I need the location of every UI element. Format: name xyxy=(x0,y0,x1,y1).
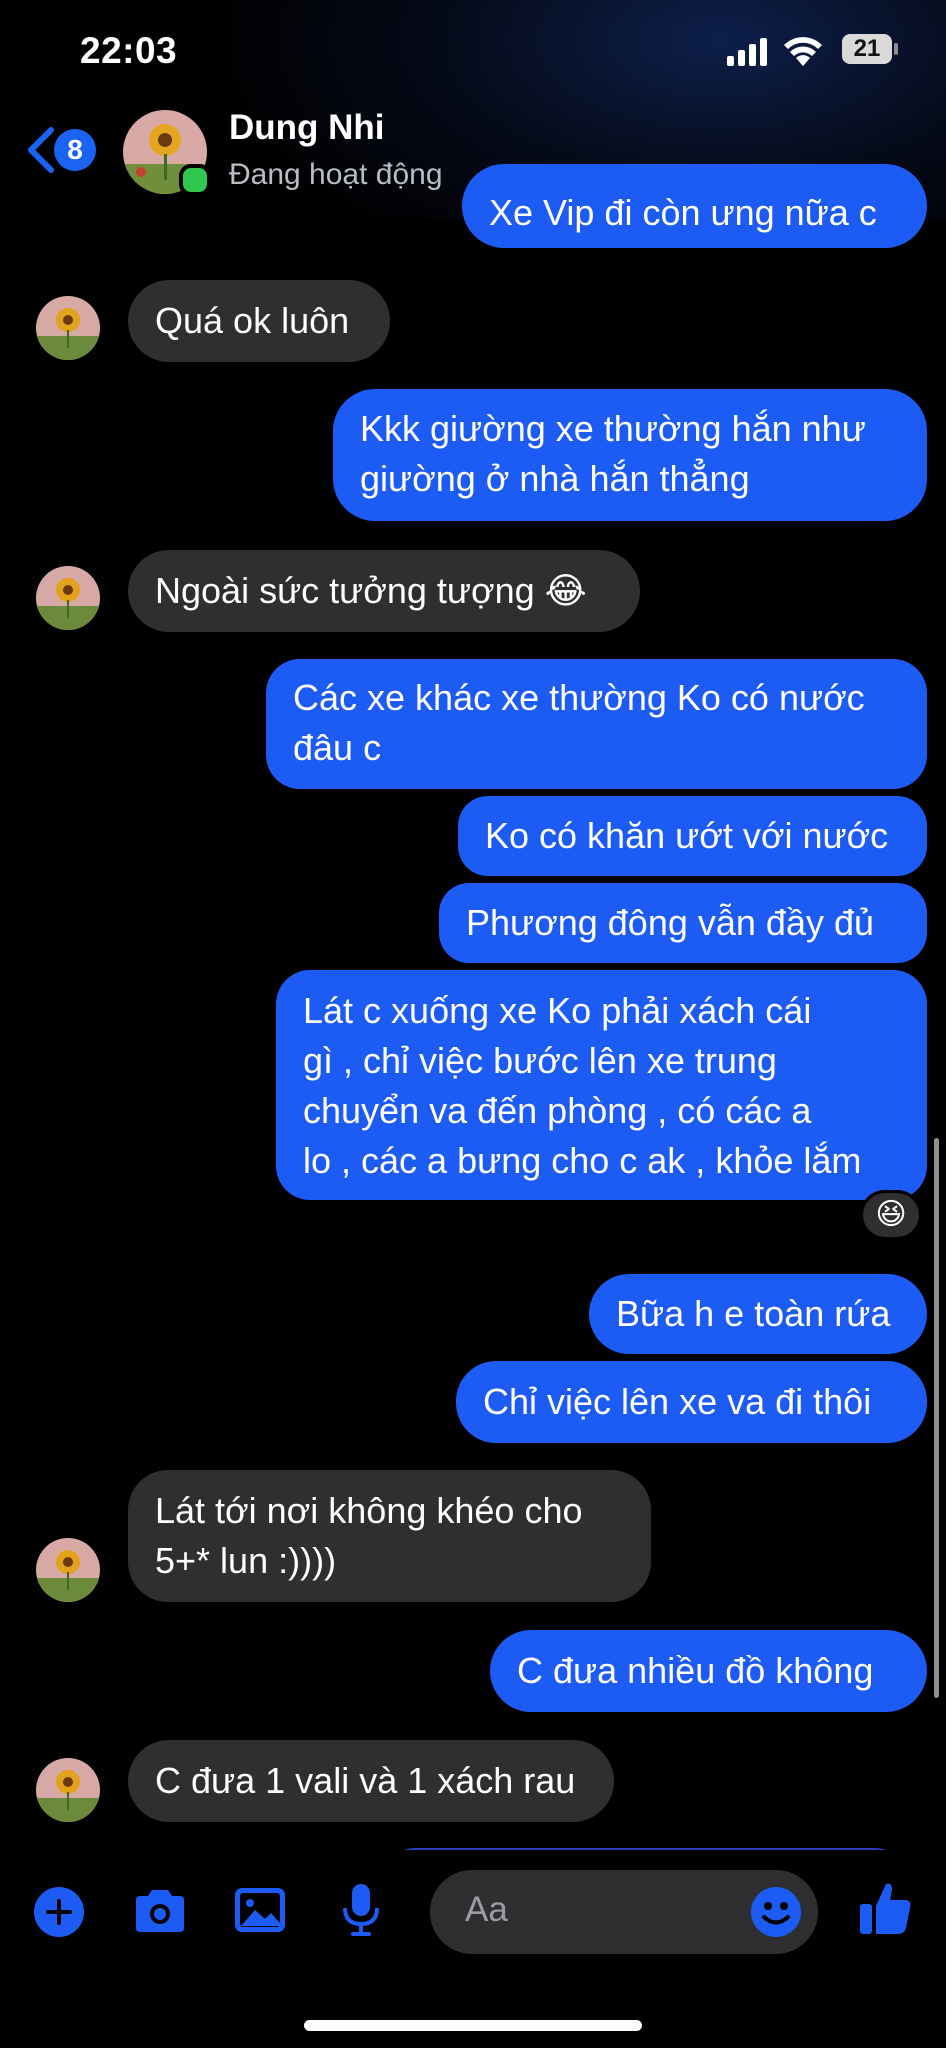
message-line: Kkk giường xe thường hắn như xyxy=(360,408,866,449)
message-line: C đưa nhiều đồ không xyxy=(517,1650,874,1691)
message-line: Chỉ việc lên xe va đi thôi xyxy=(483,1381,872,1422)
message-line: Ngoài sức tưởng tượng 😂 xyxy=(155,570,587,611)
contact-avatar xyxy=(36,1538,100,1602)
unread-badge: 8 xyxy=(54,129,96,171)
message-outgoing[interactable]: Chỉ việc lên xe va đi thôi xyxy=(456,1361,927,1443)
message-outgoing[interactable]: Bữa h e toàn rứa xyxy=(589,1274,927,1354)
status-bar: 22:03 21 xyxy=(0,0,946,100)
message-incoming[interactable]: Ngoài sức tưởng tượng 😂 xyxy=(128,550,640,632)
wifi-icon xyxy=(784,37,822,66)
message-line: gì , chỉ việc bước lên xe trung xyxy=(303,1040,777,1081)
message-outgoing[interactable]: C đưa nhiều đồ không xyxy=(490,1630,927,1712)
microphone-icon[interactable] xyxy=(341,1882,381,1938)
message-line: Phương đông vẫn đầy đủ xyxy=(466,902,875,943)
message-line: chuyển va đến phòng , có các a xyxy=(303,1090,812,1131)
thumbs-up-icon[interactable] xyxy=(858,1880,912,1936)
message-line: Lát tới nơi không khéo cho xyxy=(155,1490,583,1531)
message-incoming[interactable]: Quá ok luôn xyxy=(128,280,390,362)
smiley-icon[interactable] xyxy=(750,1886,802,1938)
contact-avatar xyxy=(36,296,100,360)
home-indicator[interactable] xyxy=(304,2020,642,2031)
contact-status: Đang hoạt động xyxy=(229,158,443,191)
contact-avatar xyxy=(36,1758,100,1822)
back-button[interactable]: 8 xyxy=(25,120,107,180)
chat-header: 8 Dung Nhi Đang hoạt động xyxy=(0,100,946,210)
status-time: 22:03 xyxy=(80,30,178,71)
camera-icon[interactable] xyxy=(132,1888,188,1934)
laughing-emoji: 😆 xyxy=(875,1198,907,1231)
battery-level: 21 xyxy=(853,35,881,62)
message-input-placeholder: Aa xyxy=(465,1890,508,1929)
image-icon[interactable] xyxy=(233,1886,287,1934)
scrollbar[interactable] xyxy=(934,1138,939,1698)
message-line: Các xe khác xe thường Ko có nước xyxy=(293,677,865,718)
message-line: giường ở nhà hắn thẳng xyxy=(360,458,750,499)
message-line: lo , các a bưng cho c ak , khỏe lắm xyxy=(303,1140,862,1181)
chevron-left-icon xyxy=(28,127,54,173)
message-reaction[interactable]: 😆 xyxy=(860,1190,922,1240)
message-line: 5+* lun :)))) xyxy=(155,1540,337,1581)
message-input[interactable]: Aa xyxy=(430,1870,818,1954)
battery-icon: 21 xyxy=(842,34,892,64)
message-outgoing[interactable]: Các xe khác xe thường Ko có nước đâu c xyxy=(266,659,927,789)
chat-screen: Xe Vip đi còn ưng nữa c Quá ok luôn Kkk … xyxy=(0,0,946,2048)
battery-nub xyxy=(894,43,898,55)
online-indicator xyxy=(179,164,211,196)
message-incoming[interactable]: Lát tới nơi không khéo cho 5+* lun :)))) xyxy=(128,1470,651,1602)
message-outgoing[interactable]: Ko có khăn ướt với nước xyxy=(458,796,927,876)
message-outgoing[interactable]: Kkk giường xe thường hắn như giường ở nh… xyxy=(333,389,927,521)
message-line: Bữa h e toàn rứa xyxy=(616,1293,891,1334)
contact-name[interactable]: Dung Nhi xyxy=(229,108,385,148)
plus-circle-icon[interactable] xyxy=(33,1886,85,1938)
cellular-signal-icon xyxy=(727,38,767,66)
message-outgoing[interactable]: Lát c xuống xe Ko phải xách cái gì , chỉ… xyxy=(276,970,927,1200)
message-line: Quá ok luôn xyxy=(155,300,350,341)
message-incoming[interactable]: C đưa 1 vali và 1 xách rau xyxy=(128,1740,614,1822)
message-line: đâu c xyxy=(293,727,382,768)
contact-avatar xyxy=(36,566,100,630)
message-list: Xe Vip đi còn ưng nữa c Quá ok luôn Kkk … xyxy=(0,0,946,2048)
message-composer: Aa xyxy=(0,1850,946,2048)
message-line: C đưa 1 vali và 1 xách rau xyxy=(155,1760,576,1801)
message-line: Ko có khăn ướt với nước xyxy=(485,815,889,856)
message-line: Lát c xuống xe Ko phải xách cái xyxy=(303,990,812,1031)
message-outgoing[interactable]: Phương đông vẫn đầy đủ xyxy=(439,883,927,963)
